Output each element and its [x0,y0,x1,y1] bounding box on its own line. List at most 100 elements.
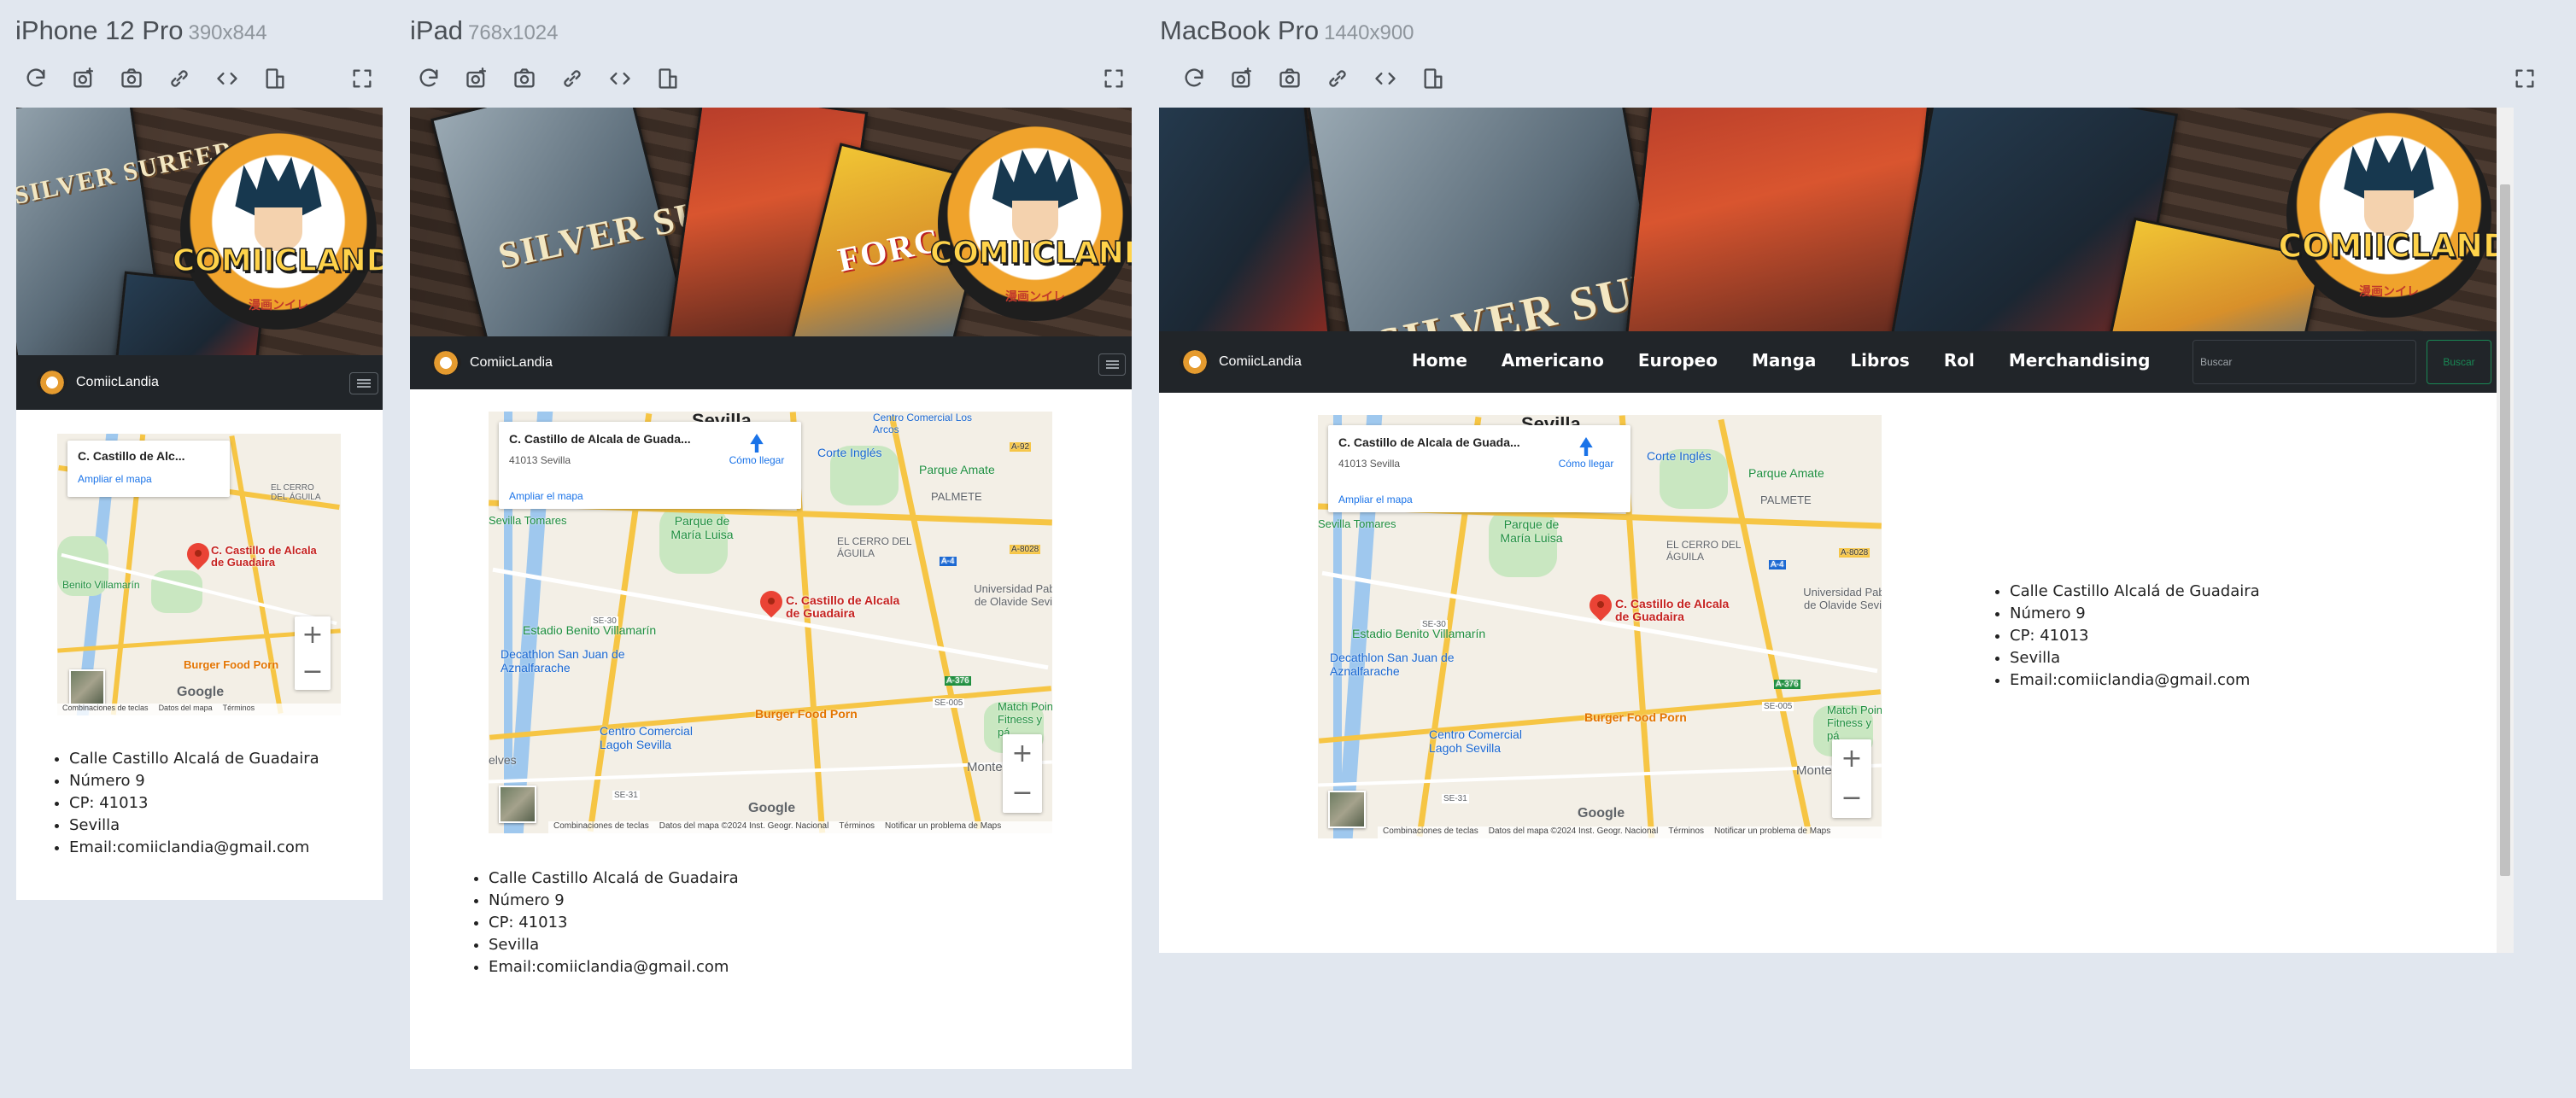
satellite-toggle[interactable] [69,669,105,705]
map-embed[interactable]: Sevilla Corte Inglés Centro Comercial Lo… [489,412,1052,833]
directions-button[interactable]: Cómo llegar [723,434,791,466]
device-toolbar [413,63,1139,97]
directions-button[interactable]: Cómo llegar [1552,437,1620,470]
fullscreen-icon[interactable] [1098,63,1129,94]
link-icon[interactable] [164,63,195,94]
enlarge-map-link[interactable]: Ampliar el mapa [1338,494,1413,505]
fullscreen-icon[interactable] [347,63,378,94]
nav-link-manga[interactable]: Manga [1752,350,1816,371]
device-name: iPad [410,15,464,45]
terms-link[interactable]: Términos [839,821,875,833]
nav-link-merchandising[interactable]: Merchandising [2009,350,2151,371]
map-label: Universidad Pablo de Olavide Sevilla [974,582,1052,608]
rotate-device-icon[interactable] [1418,63,1449,94]
info-item: Email:comiiclandia@gmail.com [489,956,739,978]
info-item: Email:comiiclandia@gmail.com [69,837,319,859]
keyboard-shortcuts-link[interactable]: Combinaciones de teclas [1383,826,1478,838]
info-item: Número 9 [2010,603,2260,625]
camera-screenshot-icon[interactable] [68,63,99,94]
info-item: CP: 41013 [2010,625,2260,647]
rotate-device-icon[interactable] [653,63,683,94]
hero-logo: COMIICLANDIA 漫画ンイレ [172,133,383,330]
nav-link-europeo[interactable]: Europeo [1638,350,1718,371]
code-icon[interactable] [1370,63,1401,94]
zoom-in-button[interactable]: + [1832,739,1871,779]
map-data-link[interactable]: Datos del mapa ©2024 Inst. Geogr. Nacion… [1489,826,1659,838]
camera-icon[interactable] [1274,63,1305,94]
map-label: Parque de María Luisa [670,514,734,541]
map-place-address: 41013 Sevilla [509,454,571,466]
map-place-card: C. Castillo de Alcala de Guada... 41013 … [499,422,801,509]
fullscreen-icon[interactable] [2509,63,2540,94]
search-button[interactable]: Buscar [2427,340,2491,384]
camera-screenshot-icon[interactable] [1227,63,1257,94]
info-item: Sevilla [69,815,319,837]
zoom-out-button[interactable]: − [1003,774,1042,813]
map-attribution: Combinaciones de teclas Datos del mapa T… [57,704,341,715]
map-label: A-4 [1769,560,1786,569]
map-label: A-376 [945,676,971,686]
location-pin-icon[interactable] [1584,589,1617,623]
code-icon[interactable] [212,63,243,94]
scrollbar-thumb[interactable] [2500,184,2510,876]
link-icon[interactable] [1322,63,1353,94]
camera-screenshot-icon[interactable] [461,63,492,94]
code-icon[interactable] [605,63,635,94]
zoom-out-button[interactable]: − [1832,779,1871,818]
zoom-in-button[interactable]: + [1003,734,1042,774]
refresh-icon[interactable] [20,63,51,94]
search-input[interactable] [2193,340,2416,384]
map-embed[interactable]: Sevilla Corte Inglés Parque Amate PALMET… [1318,415,1882,838]
nav-link-home[interactable]: Home [1412,350,1467,371]
navbar: ComiicLandia [410,336,1132,389]
device-name: iPhone 12 Pro [15,15,184,45]
brand-logo-icon [1180,350,1210,374]
map-label: Universidad Pablo de Olavide Sevilla [1803,586,1882,611]
map-embed[interactable]: EL CERRO DEL ÁGUILA Benito Villamarín Bu… [57,434,341,715]
location-pin-icon[interactable] [182,538,214,572]
map-label: PALMETE [931,490,982,503]
refresh-icon[interactable] [1179,63,1209,94]
link-icon[interactable] [557,63,588,94]
report-problem-link[interactable]: Notificar un problema de Maps [885,821,1001,833]
terms-link[interactable]: Términos [1668,826,1704,838]
satellite-toggle[interactable] [499,786,536,823]
menu-toggle-button[interactable] [349,372,378,394]
map-zoom-control: + − [295,616,331,690]
enlarge-map-link[interactable]: Ampliar el mapa [78,473,152,485]
refresh-icon[interactable] [413,63,444,94]
menu-toggle-button[interactable] [1098,353,1126,376]
camera-icon[interactable] [509,63,540,94]
map-data-link[interactable]: Datos del mapa [159,704,213,715]
zoom-in-button[interactable]: + [295,616,331,653]
contact-info-list: Calle Castillo Alcalá de Guadaira Número… [52,748,319,859]
camera-icon[interactable] [116,63,147,94]
keyboard-shortcuts-link[interactable]: Combinaciones de teclas [553,821,649,833]
navbar-brand[interactable]: ComiicLandia [430,351,553,375]
satellite-toggle[interactable] [1328,791,1366,828]
nav-link-rol[interactable]: Rol [1944,350,1975,371]
device-toolbar [1179,63,2562,97]
brand-logo-icon [37,371,67,394]
map-data-link[interactable]: Datos del mapa ©2024 Inst. Geogr. Nacion… [659,821,829,833]
hero-logo-subtext: 漫画ンイレ [249,298,308,312]
nav-link-libros[interactable]: Libros [1850,350,1909,371]
map-label: EL CERRO DEL ÁGUILA [271,483,321,502]
enlarge-map-link[interactable]: Ampliar el mapa [509,490,583,502]
map-label: Burger Food Porn [755,707,858,721]
navbar-brand[interactable]: ComiicLandia [1180,350,1302,374]
map-place-title: C. Castillo de Alc... [78,449,185,463]
terms-link[interactable]: Términos [223,704,255,715]
keyboard-shortcuts-link[interactable]: Combinaciones de teclas [62,704,149,715]
page-scrollbar[interactable] [2497,108,2514,953]
report-problem-link[interactable]: Notificar un problema de Maps [1714,826,1830,838]
location-pin-icon[interactable] [755,586,787,620]
nav-link-americano[interactable]: Americano [1502,350,1604,371]
pin-label: C. Castillo de Alcala de Guadaira [211,544,317,569]
info-item: CP: 41013 [69,792,319,815]
map-label: A-376 [1774,680,1800,689]
rotate-device-icon[interactable] [260,63,290,94]
zoom-out-button[interactable]: − [295,653,331,690]
navbar-brand[interactable]: ComiicLandia [37,371,159,394]
device-panel-ipad: iPad 768x1024 SILVER SURFER FORCE COMIICL… [393,0,1145,1098]
